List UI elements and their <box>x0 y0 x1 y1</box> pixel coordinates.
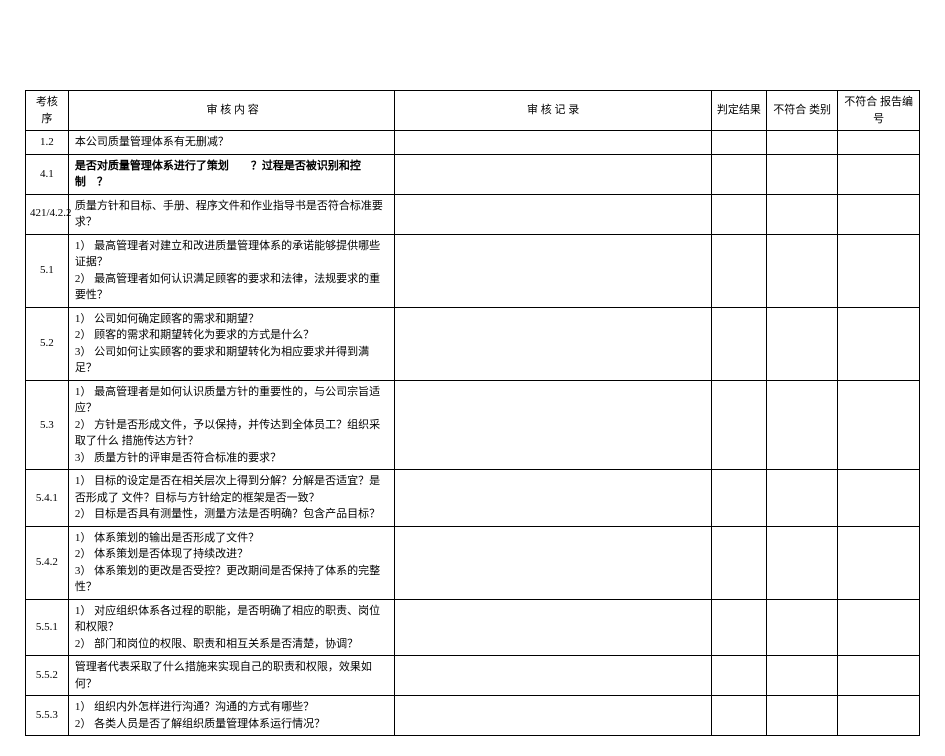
col-record: 审 核 记 录 <box>395 91 711 131</box>
cell-seq: 5.2 <box>26 307 69 380</box>
cell-content: 1） 体系策划的输出是否形成了文件？ 2） 体系策划是否体现了持续改进？ 3） … <box>68 526 395 599</box>
table-row: 5.11） 最高管理者对建立和改进质量管理体系的承诺能够提供哪些证据？ 2） 最… <box>26 234 920 307</box>
cell-rptid <box>838 234 920 307</box>
cell-cat <box>766 526 837 599</box>
cell-cat <box>766 154 837 194</box>
table-row: 1.2本公司质量管理体系有无删减？ <box>26 131 920 155</box>
cell-record <box>395 234 711 307</box>
cell-record <box>395 154 711 194</box>
cell-rptid <box>838 131 920 155</box>
cell-seq: 5.3 <box>26 380 69 470</box>
cell-rptid <box>838 380 920 470</box>
cell-content: 1） 组织内外怎样进行沟通？沟通的方式有哪些？ 2） 各类人员是否了解组织质量管… <box>68 696 395 736</box>
cell-content: 管理者代表采取了什么措施来实现自己的职责和权限，效果如何？ <box>68 656 395 696</box>
table-row: 5.5.11） 对应组织体系各过程的职能，是否明确了相应的职责、岗位和权限？ 2… <box>26 599 920 656</box>
cell-record <box>395 696 711 736</box>
table-row: 421/4.2.2质量方针和目标、手册、程序文件和作业指导书是否符合标准要求？ <box>26 194 920 234</box>
cell-rptid <box>838 696 920 736</box>
cell-result <box>711 526 766 599</box>
cell-result <box>711 131 766 155</box>
cell-cat <box>766 656 837 696</box>
cell-seq: 5.1 <box>26 234 69 307</box>
cell-rptid <box>838 154 920 194</box>
cell-seq: 421/4.2.2 <box>26 194 69 234</box>
table-row: 5.5.31） 组织内外怎样进行沟通？沟通的方式有哪些？ 2） 各类人员是否了解… <box>26 696 920 736</box>
cell-cat <box>766 380 837 470</box>
cell-cat <box>766 194 837 234</box>
cell-seq: 5.5.1 <box>26 599 69 656</box>
cell-content: 1） 最高管理者是如何认识质量方针的重要性的，与公司宗旨适应？ 2） 方针是否形… <box>68 380 395 470</box>
cell-rptid <box>838 194 920 234</box>
cell-content: 质量方针和目标、手册、程序文件和作业指导书是否符合标准要求？ <box>68 194 395 234</box>
cell-cat <box>766 307 837 380</box>
col-reportid: 不符合 报告编号 <box>838 91 920 131</box>
table-row: 5.31） 最高管理者是如何认识质量方针的重要性的，与公司宗旨适应？ 2） 方针… <box>26 380 920 470</box>
cell-content: 1） 公司如何确定顾客的需求和期望？ 2） 顾客的需求和期望转化为要求的方式是什… <box>68 307 395 380</box>
table-row: 5.21） 公司如何确定顾客的需求和期望？ 2） 顾客的需求和期望转化为要求的方… <box>26 307 920 380</box>
table-row: 4.1是否对质量管理体系进行了策划 ？过程是否被识别和控制 ？ <box>26 154 920 194</box>
cell-seq: 5.4.2 <box>26 526 69 599</box>
cell-content: 本公司质量管理体系有无删减？ <box>68 131 395 155</box>
cell-cat <box>766 599 837 656</box>
cell-rptid <box>838 526 920 599</box>
cell-cat <box>766 131 837 155</box>
cell-record <box>395 307 711 380</box>
cell-seq: 1.2 <box>26 131 69 155</box>
col-content: 审 核 内 容 <box>68 91 395 131</box>
cell-result <box>711 194 766 234</box>
cell-rptid <box>838 307 920 380</box>
table-row: 5.4.11） 目标的设定是否在相关层次上得到分解？分解是否适宜？是否形成了 文… <box>26 470 920 527</box>
cell-seq: 5.4.1 <box>26 470 69 527</box>
cell-content: 1） 目标的设定是否在相关层次上得到分解？分解是否适宜？是否形成了 文件？目标与… <box>68 470 395 527</box>
cell-seq: 4.1 <box>26 154 69 194</box>
header-row: 考核 序 审 核 内 容 审 核 记 录 判定结果 不符合 类别 不符合 报告编… <box>26 91 920 131</box>
cell-content: 是否对质量管理体系进行了策划 ？过程是否被识别和控制 ？ <box>68 154 395 194</box>
cell-cat <box>766 470 837 527</box>
cell-rptid <box>838 470 920 527</box>
cell-cat <box>766 696 837 736</box>
cell-result <box>711 307 766 380</box>
cell-result <box>711 380 766 470</box>
audit-table: 考核 序 审 核 内 容 审 核 记 录 判定结果 不符合 类别 不符合 报告编… <box>25 90 920 736</box>
cell-record <box>395 656 711 696</box>
cell-record <box>395 599 711 656</box>
cell-result <box>711 656 766 696</box>
col-seq: 考核 序 <box>26 91 69 131</box>
col-category: 不符合 类别 <box>766 91 837 131</box>
cell-content: 1） 最高管理者对建立和改进质量管理体系的承诺能够提供哪些证据？ 2） 最高管理… <box>68 234 395 307</box>
cell-seq: 5.5.3 <box>26 696 69 736</box>
cell-record <box>395 380 711 470</box>
cell-record <box>395 470 711 527</box>
col-result: 判定结果 <box>711 91 766 131</box>
cell-record <box>395 526 711 599</box>
cell-result <box>711 470 766 527</box>
table-row: 5.5.2管理者代表采取了什么措施来实现自己的职责和权限，效果如何？ <box>26 656 920 696</box>
cell-result <box>711 696 766 736</box>
cell-result <box>711 234 766 307</box>
cell-rptid <box>838 599 920 656</box>
cell-seq: 5.5.2 <box>26 656 69 696</box>
cell-rptid <box>838 656 920 696</box>
cell-result <box>711 599 766 656</box>
cell-cat <box>766 234 837 307</box>
cell-result <box>711 154 766 194</box>
table-body: 1.2本公司质量管理体系有无删减？ 4.1是否对质量管理体系进行了策划 ？过程是… <box>26 131 920 736</box>
cell-record <box>395 131 711 155</box>
table-row: 5.4.21） 体系策划的输出是否形成了文件？ 2） 体系策划是否体现了持续改进… <box>26 526 920 599</box>
cell-content: 1） 对应组织体系各过程的职能，是否明确了相应的职责、岗位和权限？ 2） 部门和… <box>68 599 395 656</box>
cell-record <box>395 194 711 234</box>
